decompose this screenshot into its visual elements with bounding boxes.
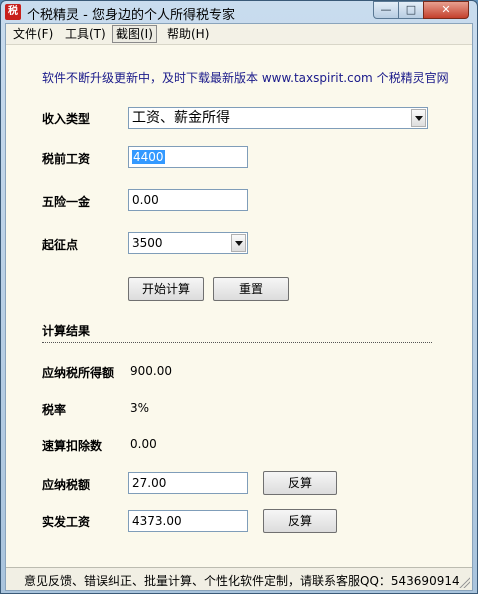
minimize-button[interactable]: — <box>373 1 399 19</box>
status-text: 意见反馈、错误纠正、批量计算、个性化软件定制，请联系客服QQ：543690914 <box>24 574 460 588</box>
threshold-label: 起征点 <box>42 238 79 252</box>
app-logo-icon: 税 <box>5 4 21 20</box>
income-type-value: 工资、薪金所得 <box>132 110 230 126</box>
reverse-tax-button[interactable]: 反算 <box>263 471 337 495</box>
chevron-down-icon[interactable] <box>411 109 426 127</box>
pretax-salary-value: 4400 <box>132 150 165 164</box>
threshold-value: 3500 <box>132 236 163 250</box>
menu-tools[interactable]: 工具(T) <box>62 26 109 42</box>
client-area: 文件(F) 工具(T) 截图(I) 帮助(H) 软件不断升级更新中，及时下载最新… <box>5 23 473 591</box>
net-salary-field[interactable]: 4373.00 <box>128 510 248 532</box>
quick-deduction-label: 速算扣除数 <box>42 439 103 453</box>
tax-payable-label: 应纳税额 <box>42 478 91 492</box>
results-divider <box>42 342 432 343</box>
income-type-select[interactable]: 工资、薪金所得 <box>128 107 428 129</box>
app-window: 税 个税精灵 - 您身边的个人所得税专家 — □ ✕ 文件(F) 工具(T) 截… <box>0 0 478 594</box>
pretax-salary-input[interactable]: 4400 <box>128 146 248 168</box>
tax-payable-field[interactable]: 27.00 <box>128 472 248 494</box>
menu-file[interactable]: 文件(F) <box>10 26 56 42</box>
maximize-button[interactable]: □ <box>398 1 424 19</box>
close-button[interactable]: ✕ <box>423 1 469 19</box>
menu-bar: 文件(F) 工具(T) 截图(I) 帮助(H) <box>6 24 472 45</box>
net-salary-label: 实发工资 <box>42 515 91 529</box>
window-title: 个税精灵 - 您身边的个人所得税专家 <box>27 8 235 23</box>
tax-rate-value: 3% <box>130 401 150 415</box>
results-header: 计算结果 <box>42 324 91 338</box>
insurance-label: 五险一金 <box>42 195 91 209</box>
calculate-button[interactable]: 开始计算 <box>128 277 204 301</box>
title-bar[interactable]: 税 个税精灵 - 您身边的个人所得税专家 — □ ✕ <box>1 1 477 23</box>
pretax-salary-label: 税前工资 <box>42 152 91 166</box>
menu-screenshot[interactable]: 截图(I) <box>112 25 157 43</box>
status-bar: 意见反馈、错误纠正、批量计算、个性化软件定制，请联系客服QQ：543690914 <box>6 567 472 590</box>
reset-button[interactable]: 重置 <box>213 277 289 301</box>
resize-grip-icon[interactable] <box>458 576 470 588</box>
tax-rate-label: 税率 <box>42 403 67 417</box>
menu-help[interactable]: 帮助(H) <box>164 26 212 42</box>
threshold-select[interactable]: 3500 <box>128 232 248 254</box>
quick-deduction-value: 0.00 <box>130 437 157 451</box>
chevron-down-icon[interactable] <box>231 234 246 252</box>
taxable-income-value: 900.00 <box>130 364 172 378</box>
income-type-label: 收入类型 <box>42 112 91 126</box>
update-notice-link[interactable]: 软件不断升级更新中，及时下载最新版本 www.taxspirit.com 个税精… <box>42 69 449 86</box>
taxable-income-label: 应纳税所得额 <box>42 366 115 380</box>
reverse-net-salary-button[interactable]: 反算 <box>263 509 337 533</box>
insurance-input[interactable]: 0.00 <box>128 189 248 211</box>
